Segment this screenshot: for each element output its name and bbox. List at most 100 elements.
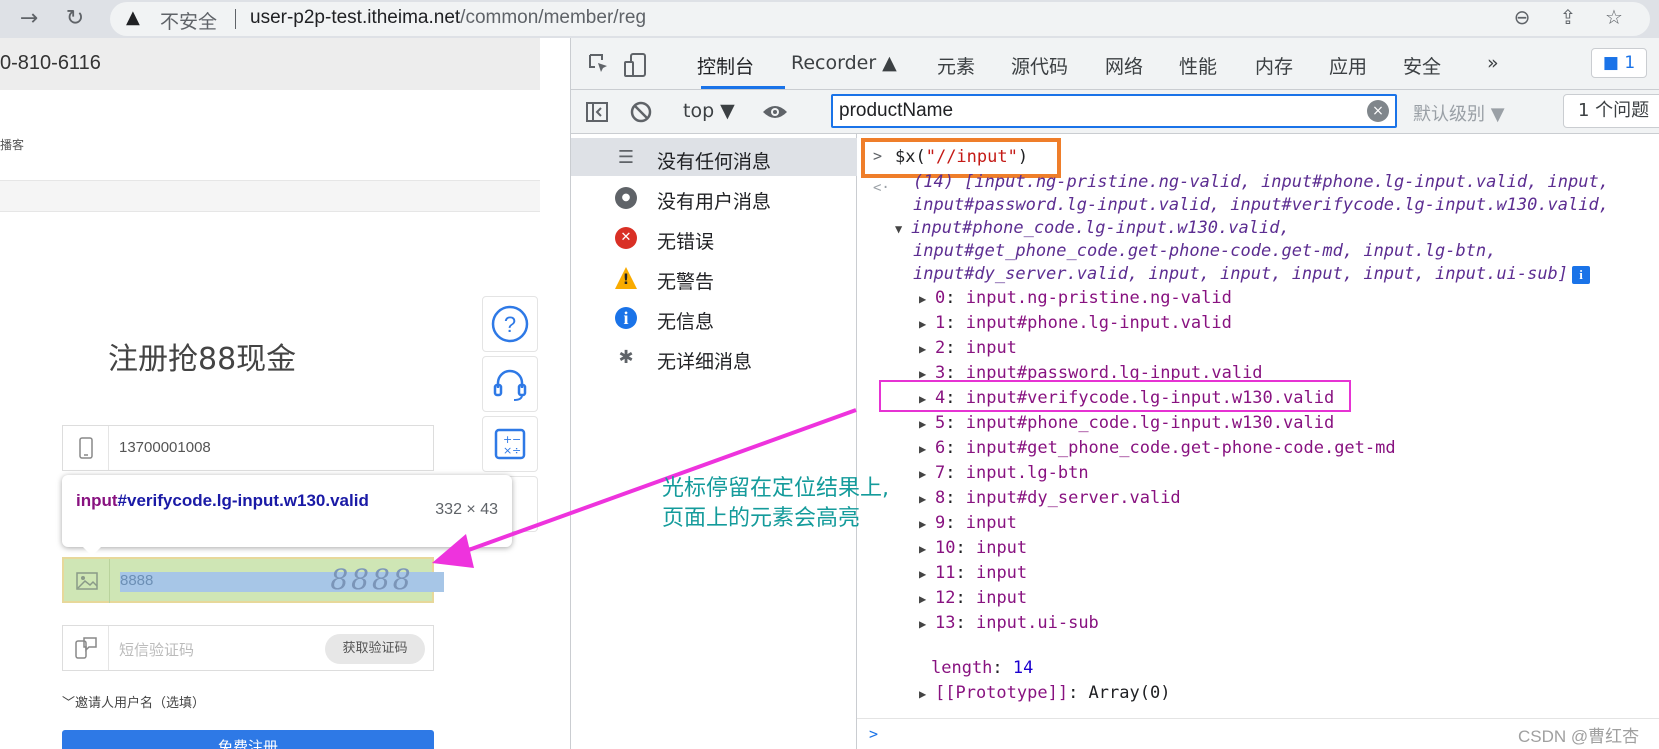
address-bar[interactable]: ▲ 不安全 user-p2p-test.itheima.net/common/m… bbox=[110, 2, 1650, 36]
result-item[interactable]: ▶ 5: input#phone_code.lg-input.w130.valid bbox=[919, 413, 1334, 433]
url-path: /common/member/reg bbox=[460, 7, 647, 28]
tab-elements[interactable]: 元素 bbox=[937, 52, 975, 79]
prototype-line[interactable]: ▶ [[Prototype]]: Array(0) bbox=[919, 683, 1170, 703]
tab-security[interactable]: 安全 bbox=[1403, 52, 1441, 79]
calculator-float-button[interactable]: + − × ÷ bbox=[482, 416, 538, 472]
clear-filter-icon[interactable]: × bbox=[1367, 100, 1389, 122]
expand-triangle-icon[interactable]: ▶ bbox=[919, 342, 935, 356]
sidebar-filter-list[interactable]: ☰ 没有任何消息 bbox=[571, 138, 857, 176]
result-item[interactable]: ▶ 1: input#phone.lg-input.valid bbox=[919, 313, 1232, 333]
nav-link-fragment[interactable]: 播客 bbox=[0, 136, 24, 153]
expand-triangle-icon[interactable]: ▶ bbox=[919, 442, 935, 456]
svg-text:?: ? bbox=[504, 312, 516, 337]
sidebar-filter-info[interactable]: i 无信息 bbox=[571, 298, 857, 336]
forward-button[interactable]: → bbox=[14, 4, 44, 34]
sidebar-filter-warning[interactable]: ! 无警告 bbox=[571, 258, 857, 296]
result-item-separator: : bbox=[945, 438, 966, 458]
issues-badge[interactable]: ■ 1 bbox=[1591, 48, 1647, 78]
result-item-desc: input bbox=[975, 563, 1028, 583]
sms-code-placeholder[interactable]: 短信验证码 bbox=[119, 639, 194, 660]
sidebar-filter-error[interactable]: ✕ 无错误 bbox=[571, 218, 857, 256]
url-text[interactable]: user-p2p-test.itheima.net/common/member/… bbox=[250, 7, 646, 29]
filter-value[interactable]: productName bbox=[839, 100, 953, 122]
sms-code-field[interactable]: 短信验证码 获取验证码 bbox=[62, 625, 434, 671]
result-item[interactable]: ▶ 9: input bbox=[919, 513, 1017, 533]
reload-button[interactable]: ↻ bbox=[60, 4, 90, 34]
bookmark-star-icon[interactable]: ☆ bbox=[1600, 5, 1628, 29]
expand-triangle-icon[interactable]: ▶ bbox=[919, 542, 935, 556]
result-item[interactable]: ▶ 6: input#get_phone_code.get-phone-code.… bbox=[919, 438, 1396, 458]
result-item[interactable]: ▶ 8: input#dy_server.valid bbox=[919, 488, 1181, 508]
verifycode-field-highlighted[interactable]: 8888 8888 bbox=[62, 557, 444, 603]
tab-performance[interactable]: 性能 bbox=[1179, 52, 1217, 79]
result-item[interactable]: ▶ 10: input bbox=[919, 538, 1027, 558]
tooltip-size: 332 × 43 bbox=[435, 501, 498, 518]
invite-toggle[interactable]: ﹀邀请人用户名（选填） bbox=[62, 692, 205, 711]
expand-triangle-icon[interactable]: ▶ bbox=[919, 592, 935, 606]
issues-count-button[interactable]: 1 个问题 bbox=[1563, 94, 1659, 128]
phone-input-value[interactable]: 13700001008 bbox=[119, 439, 211, 456]
captcha-image[interactable]: 8888 bbox=[318, 561, 426, 599]
summary-line-text: (14) [input.ng-pristine.ng-valid, input#… bbox=[913, 172, 1609, 192]
insecure-label[interactable]: 不安全 bbox=[160, 7, 217, 34]
expand-triangle-icon[interactable]: ▶ bbox=[919, 367, 935, 381]
expand-triangle-icon[interactable]: ▶ bbox=[919, 617, 935, 631]
top-contact-bar: 0-810-6116 bbox=[0, 38, 540, 90]
get-sms-code-button[interactable]: 获取验证码 bbox=[325, 634, 425, 664]
zoom-icon[interactable]: ⊖ bbox=[1508, 5, 1536, 29]
tab-memory[interactable]: 内存 bbox=[1255, 52, 1293, 79]
sidebar-toggle-icon[interactable] bbox=[585, 100, 609, 129]
tab-recorder[interactable]: Recorder ▲ bbox=[791, 52, 897, 74]
info-badge-icon[interactable]: i bbox=[1572, 266, 1591, 284]
help-float-button[interactable]: ? bbox=[482, 296, 538, 352]
console-command[interactable]: $x("//input") bbox=[895, 147, 1028, 167]
clear-console-icon[interactable] bbox=[629, 100, 653, 129]
live-expression-eye-icon[interactable] bbox=[761, 100, 789, 129]
result-item-separator: : bbox=[945, 463, 966, 483]
sms-phone-icon bbox=[63, 626, 109, 670]
command-prefix: $x( bbox=[895, 147, 926, 167]
register-button[interactable]: 免费注册 bbox=[62, 730, 434, 749]
expand-triangle-icon[interactable]: ▶ bbox=[919, 687, 935, 701]
phone-field[interactable]: 13700001008 bbox=[62, 425, 434, 471]
expand-triangle-icon[interactable]: ▶ bbox=[919, 417, 935, 431]
result-item[interactable]: ▶ 2: input bbox=[919, 338, 1017, 358]
expand-triangle-icon[interactable]: ▶ bbox=[919, 492, 935, 506]
length-value: 14 bbox=[1012, 658, 1034, 678]
warning-icon: ! bbox=[615, 267, 637, 289]
result-item[interactable]: ▶ 11: input bbox=[919, 563, 1027, 583]
expand-triangle-icon[interactable]: ▶ bbox=[919, 317, 935, 331]
sidebar-filter-bug[interactable]: ✱ 无详细消息 bbox=[571, 338, 857, 376]
expand-triangle-icon[interactable]: ▶ bbox=[919, 467, 935, 481]
result-arrow-icon: <· bbox=[873, 180, 890, 196]
verifycode-input-value[interactable]: 8888 bbox=[120, 572, 153, 589]
result-item[interactable]: ▶ 0: input.ng-pristine.ng-valid bbox=[919, 288, 1232, 308]
inspect-element-icon[interactable] bbox=[587, 52, 611, 81]
tab-application[interactable]: 应用 bbox=[1329, 52, 1367, 79]
collapse-triangle-icon[interactable]: ▼ bbox=[895, 222, 911, 236]
sidebar-filter-label: 无详细消息 bbox=[657, 351, 753, 373]
tab-network[interactable]: 网络 bbox=[1105, 52, 1143, 79]
expand-triangle-icon[interactable]: ▶ bbox=[919, 567, 935, 581]
more-tabs-icon[interactable]: » bbox=[1487, 52, 1499, 74]
result-item[interactable]: ▶ 7: input.lg-btn bbox=[919, 463, 1089, 483]
share-icon[interactable]: ⇪ bbox=[1554, 5, 1582, 29]
log-levels-dropdown[interactable]: 默认级别 ▼ bbox=[1413, 100, 1505, 126]
console-filter-input[interactable]: productName × bbox=[831, 94, 1397, 128]
result-item-index: 9 bbox=[935, 513, 946, 533]
prototype-value: Array(0) bbox=[1088, 683, 1171, 703]
warning-icon[interactable]: ▲ bbox=[126, 7, 140, 28]
result-item[interactable]: ▶ 12: input bbox=[919, 588, 1027, 608]
result-item-separator: : bbox=[945, 338, 966, 358]
expand-triangle-icon[interactable]: ▶ bbox=[919, 292, 935, 306]
sidebar-filter-user[interactable]: ● 没有用户消息 bbox=[571, 178, 857, 216]
customer-service-float-button[interactable] bbox=[482, 356, 538, 412]
active-tab-indicator bbox=[701, 86, 785, 89]
context-selector[interactable]: top ▼ bbox=[683, 100, 735, 122]
expand-triangle-icon[interactable]: ▶ bbox=[919, 517, 935, 531]
tab-sources[interactable]: 源代码 bbox=[1011, 52, 1068, 79]
result-item[interactable]: ▶ 13: input.ui-sub bbox=[919, 613, 1099, 633]
result-item-separator: : bbox=[945, 413, 966, 433]
device-toolbar-icon[interactable] bbox=[623, 52, 649, 83]
tab-console[interactable]: 控制台 bbox=[697, 52, 754, 79]
